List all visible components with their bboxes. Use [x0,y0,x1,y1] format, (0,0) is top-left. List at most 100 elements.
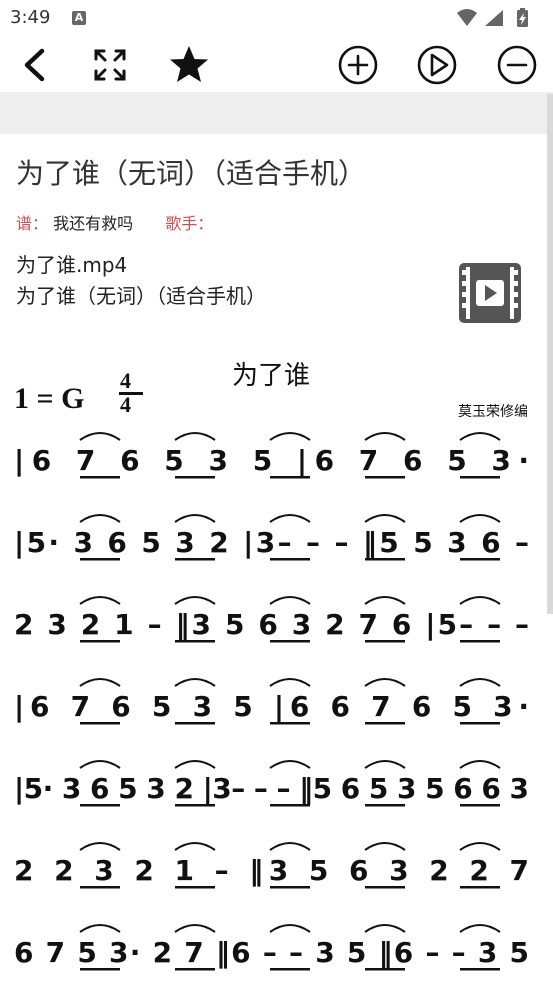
beam-mark [365,722,405,725]
slur-mark [174,760,216,769]
score-line: 2 2 3 2 1 – ‖3 5 6 3 2 2 7 [14,854,529,887]
beam-mark [460,968,500,971]
sheet-song-title: 为了谁 [232,361,310,391]
slur-mark [269,514,311,523]
battery-charging-icon [517,8,528,27]
slur-mark [364,924,406,933]
slur-mark [174,514,216,523]
slur-mark [459,760,501,769]
beam-mark [460,558,500,561]
score-line: |6 7 6 5 3 5 |6 6 7 6 5 3· [14,690,529,723]
score-line: 2 3 2 1 – ‖3 5 6 3 2 7 6 |5– – – [14,608,529,641]
beam-mark [175,804,215,807]
slur-mark [459,514,501,523]
media-file-info[interactable]: 为了谁.mp4 为了谁（无词）（适合手机） [16,250,266,312]
minus-circle-icon [497,45,537,85]
beam-mark [460,886,500,889]
beam-mark [365,804,405,807]
sheet-music: 1 = G 4 4 为了谁 莫玉荣修编 |6 7 6 5 3 5 |6 7 6 … [14,361,529,971]
score-line: 6 7 5 3· 2 7 ‖6 – – 3 5 ‖6 – – 3 5 [14,936,529,969]
time-sig-bottom: 4 [120,392,131,417]
beam-mark [175,968,215,971]
video-file-button[interactable] [458,262,522,324]
beam-mark [175,640,215,643]
video-file-icon [459,263,521,323]
plus-circle-icon [338,45,378,85]
song-detail: 为了谁（无词）（适合手机） 谱： 我还有救吗 歌手： 为了谁.mp4 为了谁（无… [0,134,553,984]
beam-mark [80,804,120,807]
beam-mark [460,804,500,807]
score-line: |6 7 6 5 3 5 |6 7 6 5 3· [14,444,529,477]
beam-mark [80,968,120,971]
fullscreen-button[interactable] [88,43,132,87]
beam-mark [270,558,310,561]
score-line: |5· 3 6 5 3 2 |3– – – ‖5 5 3 6 – [14,526,529,559]
slur-mark [174,842,216,851]
slur-mark [174,432,216,441]
beam-mark [365,886,405,889]
song-meta: 谱： 我还有救吗 歌手： [16,210,213,234]
beam-mark [175,886,215,889]
slur-mark [174,678,216,687]
beam-mark [270,476,310,479]
score-value: 我还有救吗 [53,214,134,233]
toolbar [0,36,553,94]
chevron-left-icon [24,48,45,82]
slur-mark [174,596,216,605]
zoom-in-button[interactable] [336,43,380,87]
slur-mark [269,760,311,769]
beam-mark [365,640,405,643]
time-sig-top: 4 [120,368,131,393]
slur-mark [269,432,311,441]
slur-mark [79,924,121,933]
wifi-icon [457,9,477,26]
slur-mark [79,596,121,605]
score-line: |5· 3 6 5 3 2 |3– – – ‖5 6 5 3 5 6 6 3 [14,772,529,805]
song-title: 为了谁（无词）（适合手机） [16,157,367,190]
back-button[interactable] [12,43,56,87]
beam-mark [80,640,120,643]
favorite-button[interactable] [167,43,211,87]
slur-mark [269,842,311,851]
slur-mark [364,432,406,441]
file-name: 为了谁.mp4 [16,253,128,277]
singer-label: 歌手： [165,214,214,233]
zoom-out-button[interactable] [495,43,539,87]
slur-mark [459,924,501,933]
status-time: 3:49 [10,7,51,28]
beam-mark [270,886,310,889]
beam-mark [365,476,405,479]
slur-mark [459,842,501,851]
beam-mark [460,722,500,725]
slur-mark [364,514,406,523]
beam-mark [175,722,215,725]
status-bar: 3:49 A [0,0,553,36]
beam-mark [80,476,120,479]
slur-mark [174,924,216,933]
beam-mark [175,476,215,479]
beam-mark [460,476,500,479]
signal-icon [485,10,503,26]
slur-mark [79,514,121,523]
slur-mark [269,596,311,605]
slur-mark [459,678,501,687]
beam-mark [270,640,310,643]
divider-band [0,92,553,134]
play-button[interactable] [415,43,459,87]
play-circle-icon [417,45,457,85]
slur-mark [364,842,406,851]
text-a-icon: A [72,11,86,25]
beam-mark [270,804,310,807]
slur-mark [269,924,311,933]
star-icon [170,46,208,82]
slur-mark [269,678,311,687]
expand-icon [94,49,126,81]
slur-mark [364,760,406,769]
score-label: 谱： [16,214,49,233]
slur-mark [364,678,406,687]
slur-mark [459,596,501,605]
sheet-editor: 莫玉荣修编 [458,404,528,420]
slur-mark [459,432,501,441]
beam-mark [80,886,120,889]
beam-mark [365,558,405,561]
